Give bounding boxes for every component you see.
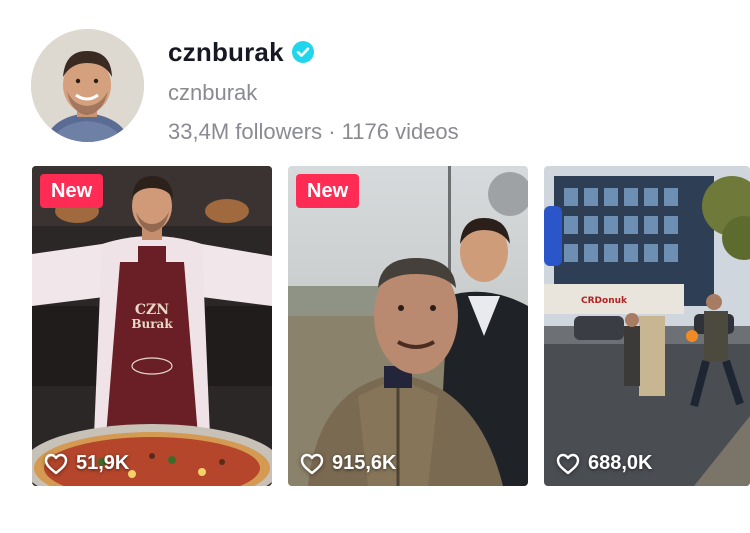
stats-separator: ·	[328, 119, 336, 144]
profile-handle: cznburak	[168, 80, 258, 105]
avatar-image	[31, 29, 144, 142]
svg-text:Burak: Burak	[131, 317, 173, 331]
heart-icon	[44, 453, 68, 474]
profile-username-row: cznburak	[168, 34, 314, 70]
likes-count: 51,9K	[76, 452, 130, 474]
profile-username[interactable]: cznburak	[168, 37, 284, 68]
followers-count: 33,4M followers	[168, 119, 323, 144]
verified-badge-icon	[291, 41, 314, 63]
videos-count: 1176 videos	[341, 119, 459, 144]
store-sign: CRDonuk	[581, 296, 628, 306]
heart-icon	[556, 453, 580, 474]
likes-counter: 51,9K	[44, 452, 129, 475]
new-badge: New	[40, 174, 104, 208]
profile-avatar[interactable]	[31, 29, 144, 142]
video-card-1[interactable]: CZN Burak New 51,9K	[32, 166, 272, 486]
likes-counter: 915,6K	[300, 452, 397, 475]
new-badge: New	[296, 174, 360, 208]
likes-count: 688,0K	[588, 452, 653, 474]
profile-stats: 33,4M followers · 1176 videos	[168, 119, 459, 145]
video-card-2[interactable]: New 915,6K	[288, 166, 528, 486]
likes-counter: 688,0K	[556, 452, 653, 475]
video-card-3[interactable]: CRDonuk 688,0K	[544, 166, 750, 486]
heart-icon	[300, 453, 324, 474]
video-thumbnail-1: CZN Burak	[32, 166, 272, 486]
video-thumbnail-3: CRDonuk	[544, 166, 750, 486]
apron-logo: CZN	[135, 302, 169, 318]
video-thumbnail-2	[288, 166, 528, 486]
video-grid: CZN Burak New 51,9K New 915,6K CRDonuk 6…	[0, 166, 750, 486]
likes-count: 915,6K	[332, 452, 397, 474]
